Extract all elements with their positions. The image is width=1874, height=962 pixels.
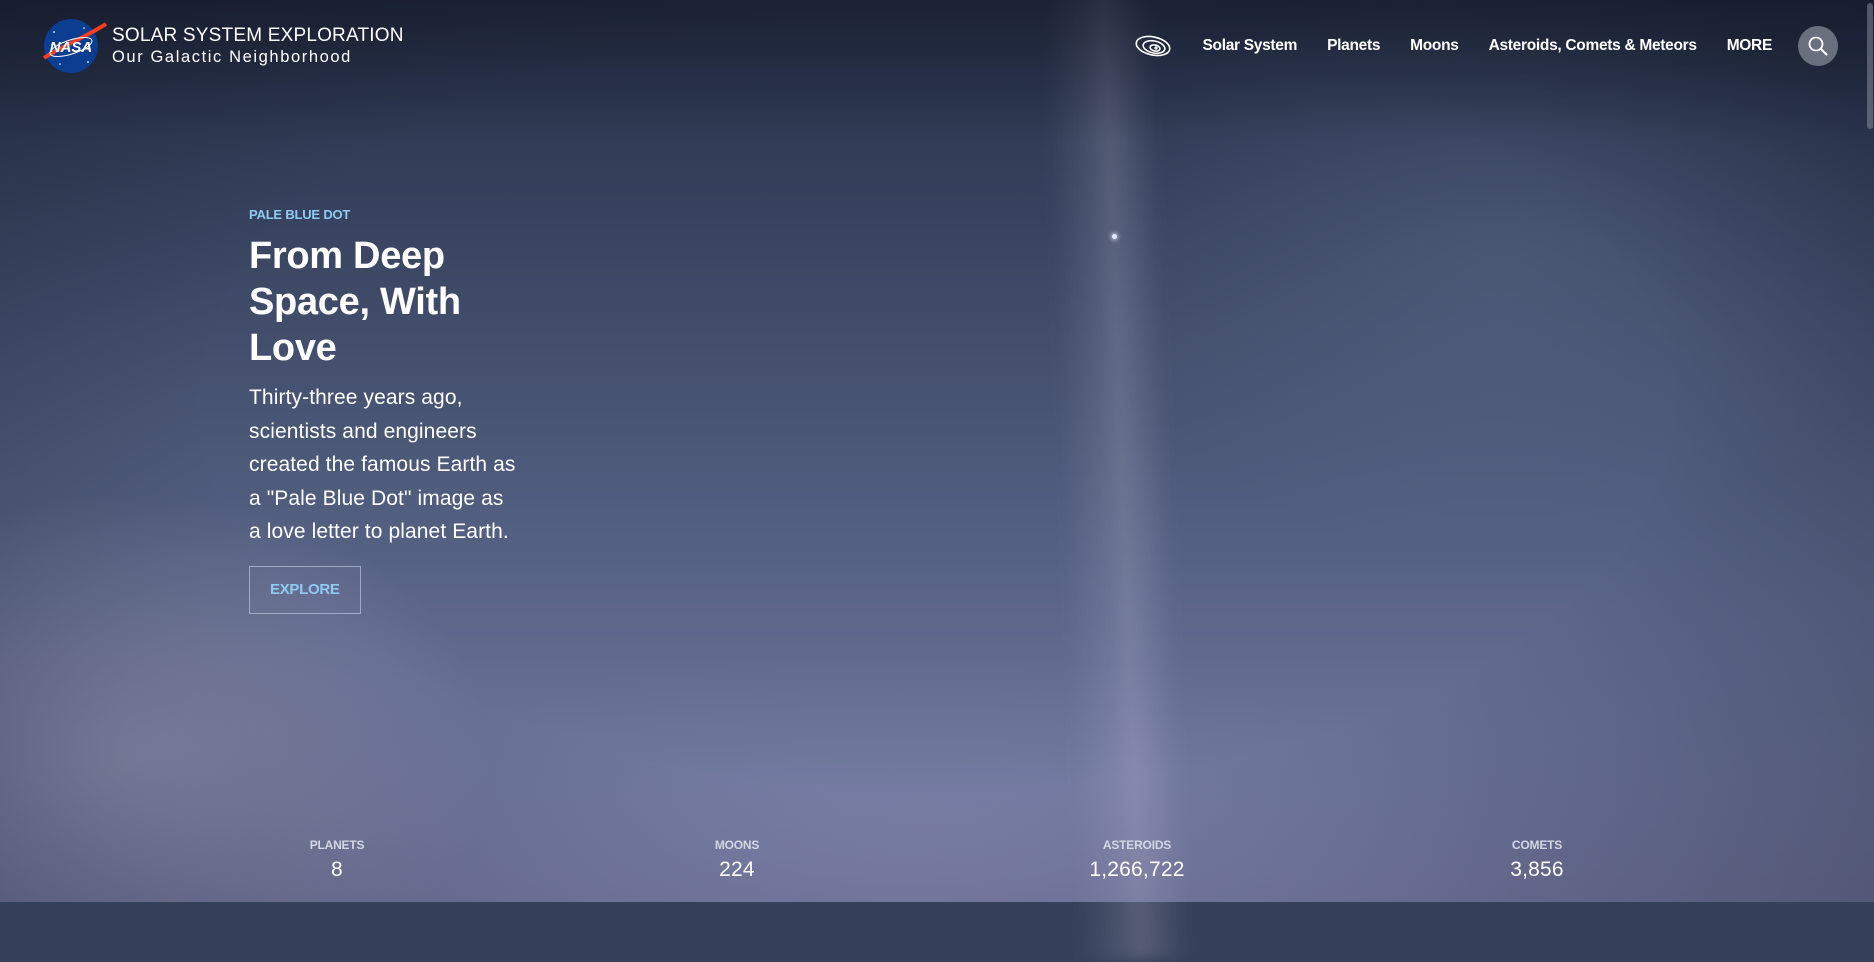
nasa-logo-icon: NASA — [42, 19, 108, 73]
stat-asteroids[interactable]: ASTEROIDS 1,266,722 — [1037, 838, 1237, 883]
solar-system-orbit-icon[interactable] — [1134, 31, 1172, 61]
brand-text: SOLAR SYSTEM EXPLORATION Our Galactic Ne… — [112, 25, 404, 67]
stat-comets[interactable]: COMETS 3,856 — [1437, 838, 1637, 883]
hero-description: Thirty-three years ago, scientists and e… — [249, 386, 516, 543]
site-subtitle: Our Galactic Neighborhood — [112, 48, 352, 66]
nav-item-more[interactable]: MORE — [1727, 37, 1773, 55]
stat-label: COMETS — [1511, 838, 1563, 852]
search-icon — [1808, 36, 1828, 56]
nav-item-moons[interactable]: Moons — [1410, 37, 1459, 55]
stat-moons[interactable]: MOONS 224 — [637, 838, 837, 883]
hero-title: From Deep Space, With Love — [249, 235, 461, 369]
search-button[interactable] — [1798, 26, 1838, 66]
explore-button[interactable]: EXPLORE — [249, 565, 361, 614]
hero-eyebrow: PALE BLUE DOT — [249, 207, 351, 222]
main-nav: Solar System Planets Moons Asteroids, Co… — [1134, 26, 1838, 66]
nasa-logo-text: NASA — [50, 39, 93, 56]
stat-value: 3,856 — [1510, 858, 1564, 881]
stat-label: MOONS — [714, 838, 760, 852]
site-brand-link[interactable]: NASA SOLAR SYSTEM EXPLORATION Our Galact… — [40, 16, 404, 76]
site-header: NASA SOLAR SYSTEM EXPLORATION Our Galact… — [0, 0, 1874, 95]
stat-value: 8 — [331, 858, 343, 881]
scrollbar[interactable] — [1866, 0, 1874, 902]
stat-planets[interactable]: PLANETS 8 — [237, 838, 437, 883]
nav-item-planets[interactable]: Planets — [1327, 37, 1380, 55]
nav-item-solar-system[interactable]: Solar System — [1202, 37, 1297, 55]
stat-value: 1,266,722 — [1089, 858, 1185, 881]
stat-label: PLANETS — [309, 838, 365, 852]
site-title: SOLAR SYSTEM EXPLORATION — [112, 25, 404, 46]
stat-label: ASTEROIDS — [1102, 838, 1172, 852]
nav-item-asteroids-comets-meteors[interactable]: Asteroids, Comets & Meteors — [1489, 37, 1697, 55]
hero-feature: PALE BLUE DOT From Deep Space, With Love… — [249, 207, 519, 614]
stat-value: 224 — [719, 858, 755, 881]
scrollbar-thumb[interactable] — [1867, 3, 1873, 129]
